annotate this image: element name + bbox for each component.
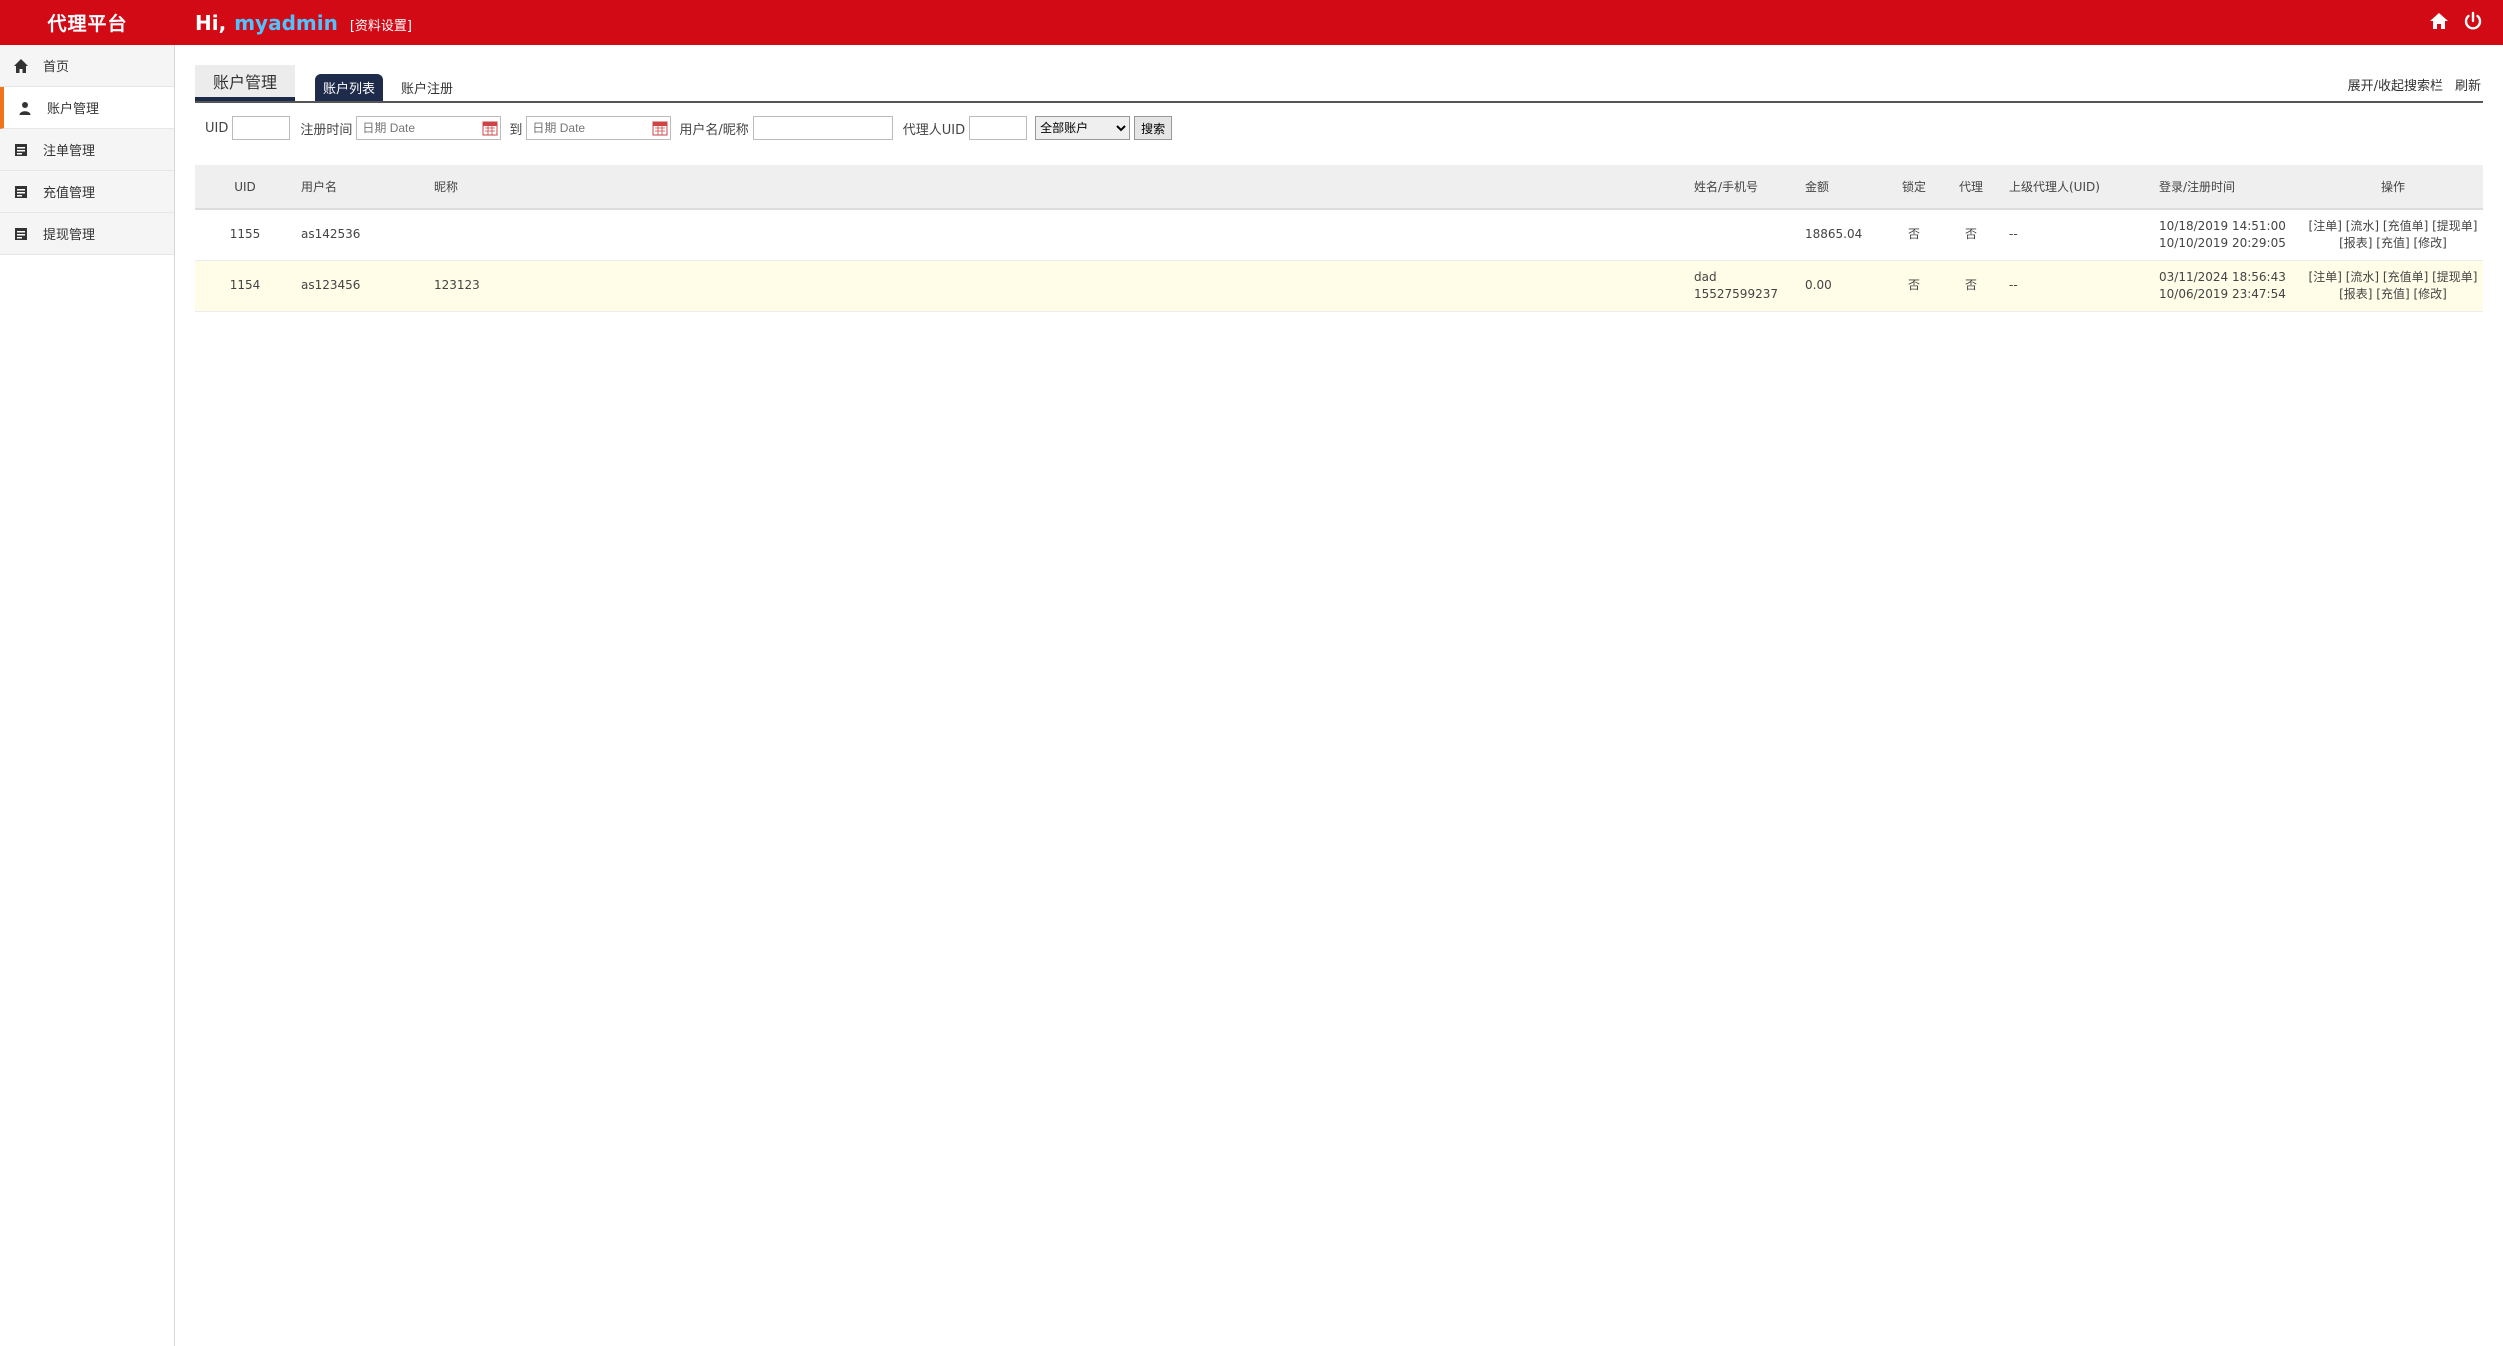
sidebar-item-withdrawals[interactable]: 提现管理 (0, 213, 174, 255)
cell-parent-agent: -- (2003, 209, 2153, 261)
cell-name: dad (1694, 269, 1717, 284)
agent-uid-input[interactable] (969, 116, 1028, 140)
list-icon (13, 184, 29, 200)
cell-agent: 否 (1939, 260, 2003, 312)
tab-account-list[interactable]: 账户列表 (315, 74, 383, 101)
date-from (356, 116, 502, 140)
cell-username: as123456 (295, 260, 428, 312)
sidebar-item-bets[interactable]: 注单管理 (0, 129, 174, 171)
col-actions: 操作 (2380, 180, 2405, 194)
cell-agent: 否 (1939, 209, 2003, 261)
calendar-icon[interactable] (482, 120, 498, 136)
sidebar-item-label: 提现管理 (43, 228, 96, 243)
date-to-input[interactable] (526, 116, 672, 140)
sidebar-item-home[interactable]: 首页 (0, 45, 174, 87)
cell-uid: 1155 (195, 209, 295, 261)
cell-nickname (428, 209, 1688, 261)
agent-uid-label: 代理人UID (902, 122, 966, 138)
cell-reg-time: 10/10/2019 20:29:05 (2159, 235, 2286, 250)
reg-time-label: 注册时间 (300, 122, 353, 138)
col-name-phone: 姓名/手机号 (1694, 180, 1759, 194)
page-tab-accounts[interactable]: 账户管理 (195, 65, 295, 101)
cell-login-time: 03/11/2024 18:56:43 (2159, 269, 2286, 284)
uid-input[interactable] (232, 116, 291, 140)
account-filter-select[interactable]: 全部账户 (1035, 116, 1131, 140)
col-username: 用户名 (301, 180, 338, 194)
cell-locked: 否 (1889, 260, 1939, 312)
date-to (526, 116, 672, 140)
tabs-row: 账户管理 账户列表 账户注册 展开/收起搜索栏 刷新 (195, 45, 2483, 103)
sidebar-item-label: 充值管理 (43, 186, 96, 201)
top-icons (2429, 11, 2483, 31)
main-content: 账户管理 账户列表 账户注册 展开/收起搜索栏 刷新 UID 注册时间 到 用户… (195, 45, 2483, 312)
table-header: UID 用户名 昵称 姓名/手机号 金额 锁定 代理 上级代理人(UID) 登录… (195, 165, 2483, 209)
action-links-line2[interactable]: [报表] [充值] [修改] (2303, 286, 2483, 303)
cell-parent-agent: -- (2003, 260, 2153, 312)
col-parent-agent: 上级代理人(UID) (2009, 180, 2100, 194)
cell-amount: 0.00 (1799, 260, 1889, 312)
home-icon (13, 58, 29, 74)
list-icon (13, 226, 29, 242)
table-row: 1155 as142536 18865.04 否 否 -- 10/18/2019… (195, 209, 2483, 261)
cell-time: 03/11/2024 18:56:43 10/06/2019 23:47:54 (2153, 260, 2303, 312)
greeting: Hi, myadmin [资料设置] (195, 11, 412, 35)
name-label: 用户名/昵称 (679, 122, 749, 138)
col-time: 登录/注册时间 (2159, 180, 2236, 194)
cell-username: as142536 (295, 209, 428, 261)
cell-login-time: 10/18/2019 14:51:00 (2159, 218, 2286, 233)
col-amount: 金额 (1805, 180, 1830, 194)
accounts-table: UID 用户名 昵称 姓名/手机号 金额 锁定 代理 上级代理人(UID) 登录… (195, 165, 2483, 312)
col-nickname: 昵称 (434, 180, 459, 194)
date-from-input[interactable] (356, 116, 502, 140)
sidebar-item-label: 首页 (43, 60, 70, 75)
cell-time: 10/18/2019 14:51:00 10/10/2019 20:29:05 (2153, 209, 2303, 261)
cell-name-phone: dad 15527599237 (1688, 260, 1799, 312)
cell-uid: 1154 (195, 260, 295, 312)
cell-name-phone (1688, 209, 1799, 261)
sidebar-item-accounts[interactable]: 账户管理 (0, 87, 174, 129)
col-locked: 锁定 (1901, 180, 1926, 194)
sidebar-item-label: 账户管理 (47, 102, 100, 117)
top-bar: 代理平台 Hi, myadmin [资料设置] (0, 0, 2503, 45)
action-links-line1[interactable]: [注单] [流水] [充值单] [提现单] (2303, 218, 2483, 235)
refresh-link[interactable]: 刷新 (2455, 75, 2481, 94)
search-button[interactable]: 搜索 (1134, 116, 1173, 140)
cell-actions: [注单] [流水] [充值单] [提现单] [报表] [充值] [修改] (2303, 260, 2483, 312)
profile-settings-link[interactable]: [资料设置] (350, 15, 412, 34)
col-uid: UID (234, 179, 256, 194)
username: myadmin (234, 10, 338, 35)
sidebar: 首页 账户管理 注单管理 充值管理 提现管理 (0, 45, 175, 1346)
home-icon[interactable] (2429, 11, 2449, 31)
cell-actions: [注单] [流水] [充值单] [提现单] [报表] [充值] [修改] (2303, 209, 2483, 261)
user-icon (17, 100, 33, 116)
toggle-search-link[interactable]: 展开/收起搜索栏 (2348, 75, 2443, 94)
cell-amount: 18865.04 (1799, 209, 1889, 261)
brand-title: 代理平台 (47, 13, 128, 35)
cell-reg-time: 10/06/2019 23:47:54 (2159, 286, 2286, 301)
table-row: 1154 as123456 123123 dad 15527599237 0.0… (195, 260, 2483, 312)
tab-account-register[interactable]: 账户注册 (397, 74, 457, 101)
cell-locked: 否 (1889, 209, 1939, 261)
right-links: 展开/收起搜索栏 刷新 (2348, 75, 2481, 94)
action-links-line1[interactable]: [注单] [流水] [充值单] [提现单] (2303, 269, 2483, 286)
action-links-line2[interactable]: [报表] [充值] [修改] (2303, 235, 2483, 252)
cell-nickname: 123123 (428, 260, 1688, 312)
uid-label: UID (205, 120, 229, 136)
col-agent: 代理 (1958, 180, 1983, 194)
sidebar-item-label: 注单管理 (43, 144, 96, 159)
name-input[interactable] (752, 116, 893, 140)
power-icon[interactable] (2463, 11, 2483, 31)
sidebar-item-deposits[interactable]: 充值管理 (0, 171, 174, 213)
greeting-text: Hi, (195, 10, 227, 35)
search-bar: UID 注册时间 到 用户名/昵称 代理人UID 全部账户 搜索 (195, 103, 2483, 153)
calendar-icon[interactable] (652, 120, 668, 136)
list-icon (13, 142, 29, 158)
cell-phone: 15527599237 (1694, 286, 1778, 301)
to-label: 到 (509, 122, 523, 138)
